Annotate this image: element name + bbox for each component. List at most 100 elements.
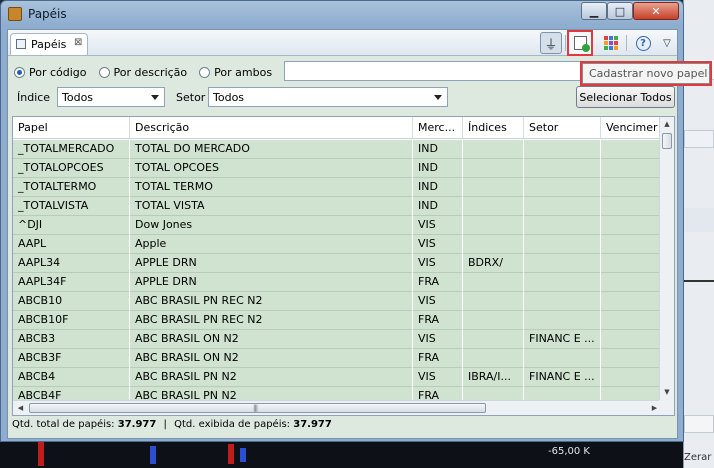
radio-dot <box>14 66 25 78</box>
cell-indices <box>463 349 524 368</box>
cell-vencimento <box>601 197 662 216</box>
vertical-scrollbar[interactable]: ▲ ▼ <box>659 117 674 400</box>
app-icon <box>8 7 22 21</box>
column-header-vencimento[interactable]: Vencimer <box>601 117 662 139</box>
setor-select[interactable]: Todos <box>208 87 448 107</box>
cell-descricao: APPLE DRN <box>130 273 413 292</box>
cell-descricao: Dow Jones <box>130 216 413 235</box>
minimize-icon: ▁ <box>589 4 599 18</box>
cell-descricao: TOTAL TERMO <box>130 178 413 197</box>
table-row[interactable]: _TOTALVISTA TOTAL VISTA IND <box>13 197 662 216</box>
table-row[interactable]: ^DJI Dow Jones VIS <box>13 216 662 235</box>
scroll-left-icon[interactable]: ◀ <box>13 401 28 415</box>
select-all-button[interactable]: Selecionar Todos <box>576 86 675 108</box>
cell-papel: AAPL34 <box>13 254 130 273</box>
horizontal-scrollbar[interactable]: ◀ ||| ▶ <box>13 400 662 415</box>
cell-setor: FINANC E ... <box>524 330 601 349</box>
scroll-up-icon[interactable]: ▲ <box>660 117 674 132</box>
total-label: Qtd. total de papéis: <box>12 419 115 430</box>
cell-descricao: ABC BRASIL PN REC N2 <box>130 292 413 311</box>
close-button[interactable]: ✕ <box>633 2 679 20</box>
table-header: Papel Descrição Merc... Índices Setor Ve… <box>13 117 662 139</box>
close-icon: ✕ <box>651 4 661 18</box>
column-header-indices[interactable]: Índices <box>463 117 524 139</box>
radio-por-codigo[interactable]: Por código <box>14 66 87 79</box>
help-button[interactable]: ? <box>632 32 654 54</box>
cell-descricao: APPLE DRN <box>130 254 413 273</box>
scroll-corner <box>659 400 674 415</box>
window-titlebar[interactable]: Papéis ▁ □ ✕ <box>1 1 683 27</box>
add-document-icon <box>573 36 590 52</box>
cell-setor <box>524 292 601 311</box>
cell-indices <box>463 159 524 178</box>
grid-icon <box>604 36 618 50</box>
table-row[interactable]: AAPL34F APPLE DRN FRA <box>13 273 662 292</box>
cell-indices <box>463 235 524 254</box>
scroll-down-icon[interactable]: ▼ <box>660 385 674 400</box>
tab-close-icon[interactable]: ⊠ <box>74 37 82 48</box>
cell-indices: IBRA/I... <box>463 368 524 387</box>
cell-mercado: FRA <box>413 349 463 368</box>
filter-icon: ⏚ <box>544 37 558 53</box>
cell-setor <box>524 311 601 330</box>
cell-descricao: ABC BRASIL PN REC N2 <box>130 311 413 330</box>
scroll-thumb[interactable] <box>29 403 486 413</box>
column-header-papel[interactable]: Papel <box>13 117 130 139</box>
cell-indices <box>463 178 524 197</box>
cell-setor <box>524 197 601 216</box>
cell-setor: FINANC E ... <box>524 368 601 387</box>
cell-mercado: IND <box>413 140 463 159</box>
radio-dot <box>98 66 110 78</box>
indice-select[interactable]: Todos <box>57 87 165 107</box>
chevron-down-icon <box>434 95 442 100</box>
grip-icon: ||| <box>253 404 258 412</box>
cell-indices <box>463 273 524 292</box>
table-row[interactable]: AAPL Apple VIS <box>13 235 662 254</box>
column-header-setor[interactable]: Setor <box>524 117 601 139</box>
table-row[interactable]: _TOTALMERCADO TOTAL DO MERCADO IND <box>13 140 662 159</box>
cell-vencimento <box>601 254 662 273</box>
maximize-button[interactable]: □ <box>607 2 633 20</box>
cell-vencimento <box>601 178 662 197</box>
cell-descricao: ABC BRASIL ON N2 <box>130 349 413 368</box>
add-paper-tooltip: Cadastrar novo papel <box>580 61 712 86</box>
background-strip <box>684 208 714 232</box>
cell-indices <box>463 140 524 159</box>
shown-value: 37.977 <box>293 419 332 430</box>
add-paper-button[interactable] <box>567 30 593 56</box>
radio-por-descricao[interactable]: Por descrição <box>98 66 187 79</box>
cell-vencimento <box>601 273 662 292</box>
column-header-descricao[interactable]: Descrição <box>130 117 413 139</box>
background-chart: -65,00 K <box>0 440 683 468</box>
table-row[interactable]: ABCB3F ABC BRASIL ON N2 FRA <box>13 349 662 368</box>
scroll-thumb[interactable] <box>662 133 672 149</box>
cell-vencimento <box>601 330 662 349</box>
table-row[interactable]: AAPL34 APPLE DRN VIS BDRX/ <box>13 254 662 273</box>
cell-papel: ABCB4 <box>13 368 130 387</box>
chart-price-label: -65,00 K <box>548 446 590 457</box>
filter-button[interactable]: ⏚ <box>540 32 562 54</box>
chevron-down-icon: ▽ <box>663 37 671 49</box>
background-strip <box>684 280 714 282</box>
table-row[interactable]: ABCB10F ABC BRASIL PN REC N2 FRA <box>13 311 662 330</box>
radio-dot <box>199 66 211 78</box>
setor-value: Todos <box>213 91 245 104</box>
cell-papel: AAPL34F <box>13 273 130 292</box>
chart-candle <box>240 448 246 462</box>
table-row[interactable]: ABCB3 ABC BRASIL ON N2 VIS FINANC E ... <box>13 330 662 349</box>
view-menu-button[interactable]: ▽ <box>656 32 678 54</box>
tab-papeis[interactable]: Papéis ⊠ <box>10 33 88 55</box>
zerar-button[interactable]: Zerar <box>684 452 711 463</box>
radio-por-ambos[interactable]: Por ambos <box>199 66 272 79</box>
cell-descricao: TOTAL DO MERCADO <box>130 140 413 159</box>
column-header-mercado[interactable]: Merc... <box>413 117 463 139</box>
table-row[interactable]: _TOTALTERMO TOTAL TERMO IND <box>13 178 662 197</box>
minimize-button[interactable]: ▁ <box>581 2 607 20</box>
table-row[interactable]: _TOTALOPCOES TOTAL OPCOES IND <box>13 159 662 178</box>
radio-label: Por ambos <box>214 65 273 79</box>
cell-indices <box>463 311 524 330</box>
columns-button[interactable] <box>600 32 622 54</box>
table-row[interactable]: ABCB10 ABC BRASIL PN REC N2 VIS <box>13 292 662 311</box>
cell-vencimento <box>601 216 662 235</box>
table-row[interactable]: ABCB4 ABC BRASIL PN N2 VIS IBRA/I... FINANC … <box>13 368 662 387</box>
